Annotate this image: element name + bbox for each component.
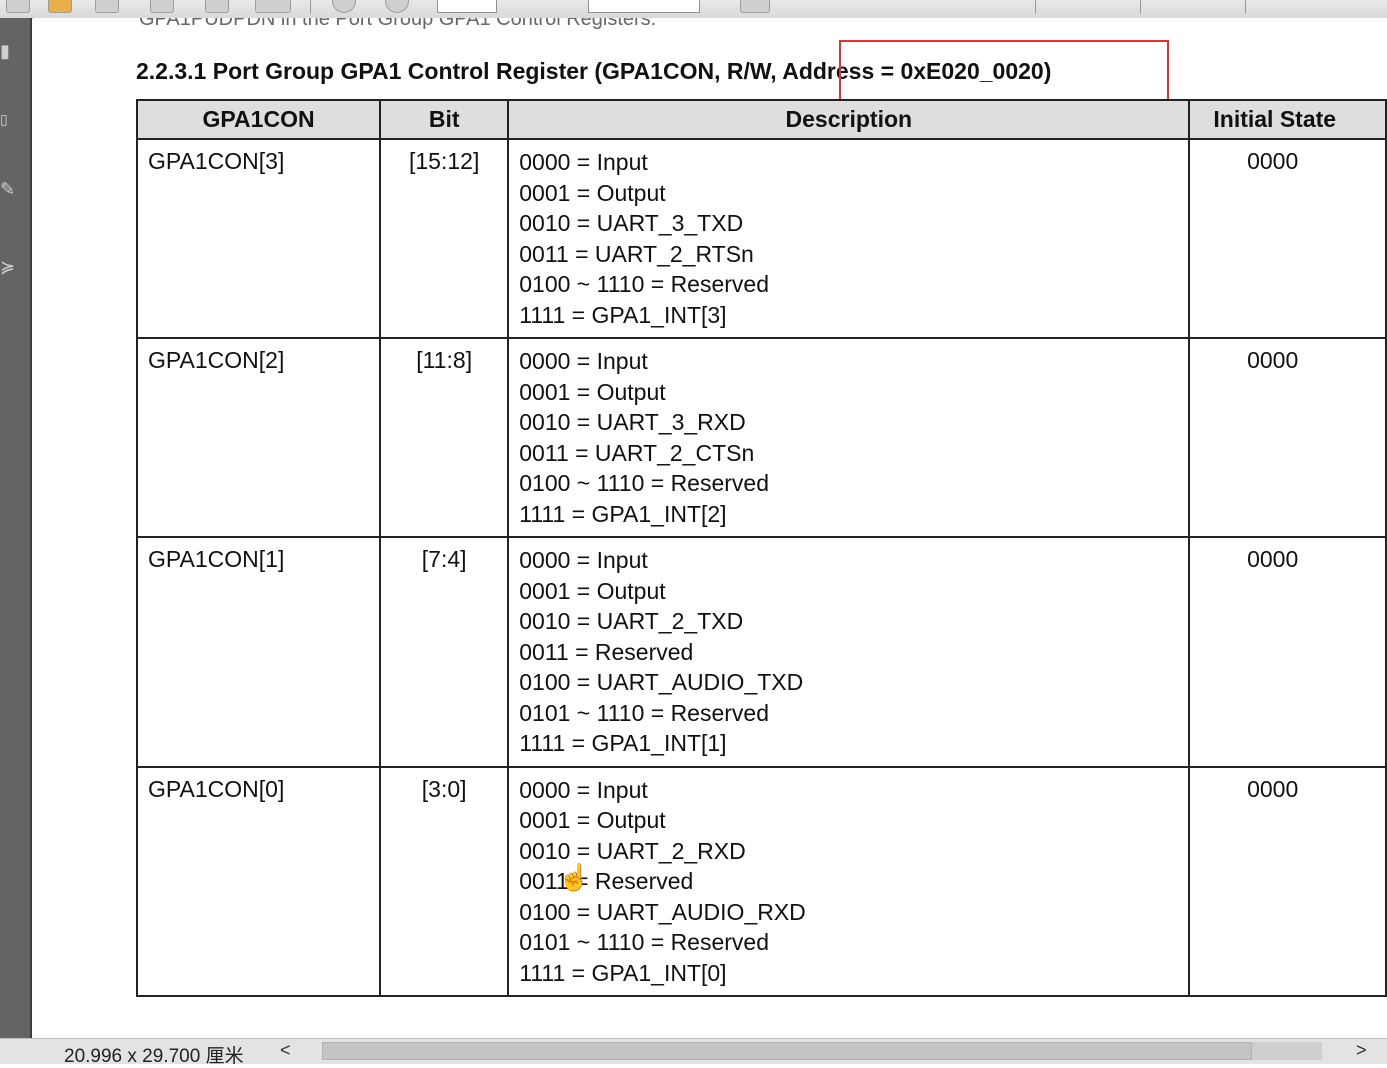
description-line: 0011 = Reserved — [519, 638, 694, 665]
description: 0000 = Input 0001 = Output 0010 = UART_2… — [507, 765, 1191, 997]
description: 0000 = Input 0001 = Output 0010 = UART_3… — [507, 138, 1191, 339]
cut-off-text: GPA1PUDPDN in the Port Group GPA1 Contro… — [139, 18, 657, 30]
zoom-field[interactable] — [588, 0, 700, 13]
initial-state: 0000 — [1188, 536, 1387, 768]
scroll-right-button[interactable]: > — [1356, 1040, 1367, 1061]
next-page-button[interactable] — [385, 0, 409, 13]
table-header-row: GPA1CON Bit Description Initial State — [135, 99, 1387, 140]
column-header-bit: Bit — [379, 99, 510, 140]
scrollbar-thumb[interactable] — [322, 1042, 1252, 1060]
description-line: 0001 = Output — [519, 378, 666, 405]
register-name: GPA1CON[1] — [135, 536, 382, 768]
column-header-description: Description — [507, 99, 1191, 140]
description-line: 1111 = GPA1_INT[1] — [519, 730, 727, 756]
description-line: 0011 = UART_2_CTSn — [519, 439, 755, 466]
description-line: 0100 ~ 1110 = Reserved — [519, 271, 770, 297]
description-line: 0001 = Output — [519, 577, 666, 604]
description-line: 0010 = UART_3_RXD — [519, 409, 746, 435]
previous-page-button[interactable] — [332, 0, 356, 13]
initial-state: 0000 — [1188, 138, 1387, 339]
register-name: GPA1CON[0] — [135, 765, 382, 997]
bit-range: [3:0] — [379, 765, 510, 997]
initial-state: 0000 — [1188, 337, 1387, 538]
hand-cursor-icon: ☝ — [558, 862, 591, 892]
layers-panel-icon[interactable]: ≽ — [0, 258, 15, 276]
table-row: GPA1CON[3] [15:12] 0000 = Input 0001 = O… — [135, 138, 1387, 339]
description-line: 0010 = UART_3_TXD — [519, 210, 744, 236]
toolbar-separator — [1035, 0, 1036, 14]
document-page: GPA1PUDPDN in the Port Group GPA1 Contro… — [33, 18, 1387, 1038]
status-bar: 20.996 x 29.700 厘米 < > — [0, 1038, 1387, 1067]
page-number-field[interactable] — [437, 0, 497, 13]
description-line: 0011 = UART_2_RTSn — [519, 240, 754, 267]
table-row: GPA1CON[2] [11:8] 0000 = Input 0001 = Ou… — [135, 337, 1387, 538]
toolbar-button[interactable] — [48, 0, 72, 13]
column-header-initial-state: Initial State — [1188, 99, 1387, 140]
description-line: 0000 = Input — [519, 547, 648, 573]
column-header-register: GPA1CON — [135, 99, 382, 140]
description-line: 0000 = Input — [519, 776, 648, 803]
description: 0000 = Input 0001 = Output 0010 = UART_3… — [507, 337, 1191, 538]
description-line: 0011 = Reserved — [519, 868, 694, 894]
description-line: 0101 ~ 1110 = Reserved — [519, 699, 770, 726]
bit-range: [7:4] — [379, 536, 510, 768]
bookmarks-panel-icon[interactable]: ▯ — [0, 110, 14, 128]
toolbar-button[interactable] — [6, 0, 30, 13]
description-line: 0001 = Output — [519, 807, 666, 833]
description-line: 1111 = GPA1_INT[2] — [519, 500, 727, 527]
address-highlight-box — [839, 40, 1169, 103]
toolbar-separator — [310, 0, 311, 14]
navigation-sidebar: ▮ ▯ ✎ ≽ — [0, 18, 32, 1038]
register-name: GPA1CON[3] — [135, 138, 382, 339]
description-line: 0000 = Input — [519, 149, 648, 175]
toolbar-button[interactable] — [740, 0, 770, 13]
toolbar-separator — [1140, 0, 1141, 14]
bit-range: [15:12] — [379, 138, 510, 339]
scroll-left-button[interactable]: < — [280, 1040, 291, 1061]
table-row: GPA1CON[0] [3:0] 0000 = Input 0001 = Out… — [135, 765, 1387, 997]
register-name: GPA1CON[2] — [135, 337, 382, 538]
pages-panel-icon[interactable]: ▮ — [0, 42, 14, 60]
toolbar — [0, 0, 1387, 19]
register-table: GPA1CON Bit Description Initial State GP… — [135, 99, 1387, 997]
description-line: 0100 = UART_AUDIO_TXD — [519, 669, 804, 695]
description-line: 1111 = GPA1_INT[0] — [519, 959, 727, 986]
toolbar-button[interactable] — [255, 0, 291, 13]
page-size-label: 20.996 x 29.700 厘米 — [64, 1046, 244, 1067]
description-line: 0000 = Input — [519, 348, 648, 374]
description-line: 0010 = UART_2_TXD — [519, 608, 744, 634]
description-line: 0001 = Output — [519, 179, 666, 206]
description-line: 0100 ~ 1110 = Reserved — [519, 470, 770, 496]
bit-range: [11:8] — [379, 337, 510, 538]
toolbar-separator — [1245, 0, 1246, 14]
description: 0000 = Input 0001 = Output 0010 = UART_2… — [507, 536, 1191, 768]
toolbar-button[interactable] — [150, 0, 174, 13]
description-line: 0101 ~ 1110 = Reserved — [519, 929, 770, 955]
description-line: 0100 = UART_AUDIO_RXD — [519, 898, 806, 925]
table-row: GPA1CON[1] [7:4] 0000 = Input 0001 = Out… — [135, 536, 1387, 768]
horizontal-scrollbar[interactable] — [322, 1042, 1322, 1060]
initial-state: 0000 — [1188, 765, 1387, 997]
toolbar-button[interactable] — [205, 0, 229, 13]
description-line: 1111 = GPA1_INT[3] — [519, 301, 727, 328]
toolbar-button[interactable] — [95, 0, 119, 13]
attachments-panel-icon[interactable]: ✎ — [0, 180, 15, 198]
description-line: 0010 = UART_2_RXD — [519, 837, 746, 864]
